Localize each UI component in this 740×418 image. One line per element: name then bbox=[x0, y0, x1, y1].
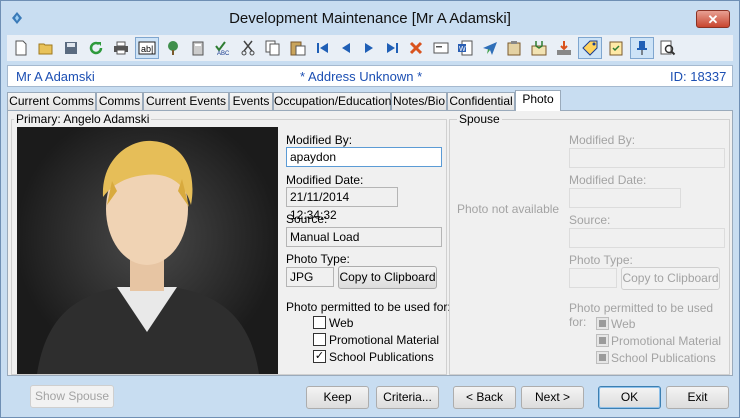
source-field[interactable]: Manual Load bbox=[286, 227, 442, 247]
download-icon[interactable] bbox=[554, 37, 574, 59]
tab-notes-bio[interactable]: Notes/Bio bbox=[391, 92, 447, 110]
toolbar: ab| ABC W bbox=[7, 35, 733, 61]
back-button[interactable]: < Back bbox=[453, 386, 516, 409]
tab-current-events[interactable]: Current Events bbox=[143, 92, 229, 110]
spouse-source-field bbox=[569, 228, 725, 248]
source-label: Source: bbox=[286, 212, 328, 226]
svg-text:ab|: ab| bbox=[141, 44, 153, 54]
spouse-modified-by-label: Modified By: bbox=[569, 133, 636, 147]
tab-confidential[interactable]: Confidential bbox=[447, 92, 515, 110]
exit-button[interactable]: Exit bbox=[666, 386, 729, 409]
photo-type-field[interactable]: JPG bbox=[286, 267, 334, 287]
promotional-material-checkbox[interactable] bbox=[313, 333, 326, 346]
pin-icon[interactable] bbox=[630, 37, 654, 59]
next-record-icon[interactable] bbox=[359, 37, 379, 59]
tab-photo[interactable]: Photo bbox=[515, 90, 561, 111]
tab-current-comms[interactable]: Current Comms bbox=[7, 92, 96, 110]
spouse-source-label: Source: bbox=[569, 213, 611, 227]
mail-icon[interactable] bbox=[529, 37, 549, 59]
refresh-icon[interactable] bbox=[86, 37, 106, 59]
find-icon[interactable] bbox=[658, 37, 678, 59]
ok-button[interactable]: OK bbox=[598, 386, 661, 409]
send-icon[interactable] bbox=[480, 37, 500, 59]
show-spouse-button: Show Spouse bbox=[30, 385, 114, 408]
last-record-icon[interactable] bbox=[382, 37, 402, 59]
spouse-group-label: Spouse bbox=[457, 112, 502, 126]
new-icon[interactable] bbox=[11, 37, 31, 59]
promotional-material-label: Promotional Material bbox=[329, 333, 440, 347]
delete-icon[interactable] bbox=[406, 37, 426, 59]
svg-text:W: W bbox=[459, 46, 466, 53]
avatar bbox=[37, 140, 259, 374]
photo-permitted-label: Photo permitted to be used for: bbox=[286, 300, 451, 314]
open-icon[interactable] bbox=[36, 37, 56, 59]
tree-icon[interactable] bbox=[163, 37, 183, 59]
first-record-icon[interactable] bbox=[313, 37, 333, 59]
primary-photo bbox=[17, 127, 278, 374]
title-bar: Development Maintenance [Mr A Adamski] ✕ bbox=[1, 1, 739, 35]
print-icon[interactable] bbox=[111, 37, 131, 59]
clipboard-icon[interactable] bbox=[504, 37, 524, 59]
spouse-web-checkbox bbox=[596, 317, 609, 330]
spouse-promotional-material-label: Promotional Material bbox=[611, 334, 722, 348]
photo-type-label: Photo Type: bbox=[286, 252, 350, 266]
keep-button[interactable]: Keep bbox=[306, 386, 369, 409]
svg-text:ABC: ABC bbox=[217, 51, 230, 56]
close-window-button[interactable]: ✕ bbox=[696, 10, 730, 28]
spouse-school-publications-checkbox bbox=[596, 351, 609, 364]
primary-group-label: Primary: Angelo Adamski bbox=[14, 112, 152, 126]
record-name: Mr A Adamski bbox=[16, 69, 95, 84]
spellcheck-icon[interactable]: ABC bbox=[213, 37, 233, 59]
criteria-button[interactable]: Criteria... bbox=[376, 386, 439, 409]
spouse-photo-permitted-label: Photo permitted to be used for: bbox=[569, 301, 714, 329]
next-button[interactable]: Next > bbox=[521, 386, 584, 409]
tab-occupation-education[interactable]: Occupation/Education bbox=[273, 92, 391, 110]
cut-icon[interactable] bbox=[238, 37, 258, 59]
calculator-icon[interactable] bbox=[188, 37, 208, 59]
spouse-school-publications-label: School Publications bbox=[611, 351, 716, 365]
spouse-web-label: Web bbox=[611, 317, 636, 331]
main-window: Development Maintenance [Mr A Adamski] ✕… bbox=[0, 0, 740, 418]
school-publications-checkbox[interactable]: ✓ bbox=[313, 350, 326, 363]
window-title: Development Maintenance [Mr A Adamski] bbox=[229, 10, 511, 27]
record-info-bar: Mr A Adamski * Address Unknown * ID: 183… bbox=[7, 65, 733, 87]
spouse-photo-type-field bbox=[569, 268, 617, 288]
modified-by-field[interactable]: apaydon bbox=[286, 147, 442, 167]
spouse-promotional-material-checkbox bbox=[596, 334, 609, 347]
web-checkbox[interactable] bbox=[313, 316, 326, 329]
spouse-photo-type-label: Photo Type: bbox=[569, 253, 633, 267]
tab-comms[interactable]: Comms bbox=[96, 92, 143, 110]
copy-to-clipboard-button[interactable]: Copy to Clipboard bbox=[338, 266, 437, 289]
spouse-modified-by-field bbox=[569, 148, 725, 168]
checklist-icon[interactable] bbox=[606, 37, 626, 59]
web-checkbox-label: Web bbox=[329, 316, 354, 330]
spouse-copy-to-clipboard-button: Copy to Clipboard bbox=[621, 267, 720, 290]
word-doc-icon[interactable]: W bbox=[455, 37, 475, 59]
text-field-icon[interactable]: ab| bbox=[135, 37, 159, 59]
tag-icon[interactable] bbox=[578, 37, 602, 59]
modified-date-label: Modified Date: bbox=[286, 173, 364, 187]
modified-date-field[interactable]: 21/11/2014 12:34:32 bbox=[286, 187, 398, 222]
photo-tab-panel: Primary: Angelo Adamski Modified By: apa… bbox=[7, 110, 733, 376]
previous-record-icon[interactable] bbox=[336, 37, 356, 59]
school-publications-label: School Publications bbox=[329, 350, 434, 364]
modified-by-label: Modified By: bbox=[286, 133, 353, 147]
card-icon[interactable] bbox=[431, 37, 451, 59]
spouse-modified-date-field bbox=[569, 188, 681, 208]
copy-icon[interactable] bbox=[263, 37, 283, 59]
address-status: * Address Unknown * bbox=[300, 69, 423, 84]
save-icon[interactable] bbox=[61, 37, 81, 59]
record-id: ID: 18337 bbox=[670, 69, 727, 84]
tab-events[interactable]: Events bbox=[229, 92, 273, 110]
spouse-no-photo-text: Photo not available bbox=[457, 202, 560, 216]
spouse-modified-date-label: Modified Date: bbox=[569, 173, 647, 187]
paste-icon[interactable] bbox=[288, 37, 308, 59]
